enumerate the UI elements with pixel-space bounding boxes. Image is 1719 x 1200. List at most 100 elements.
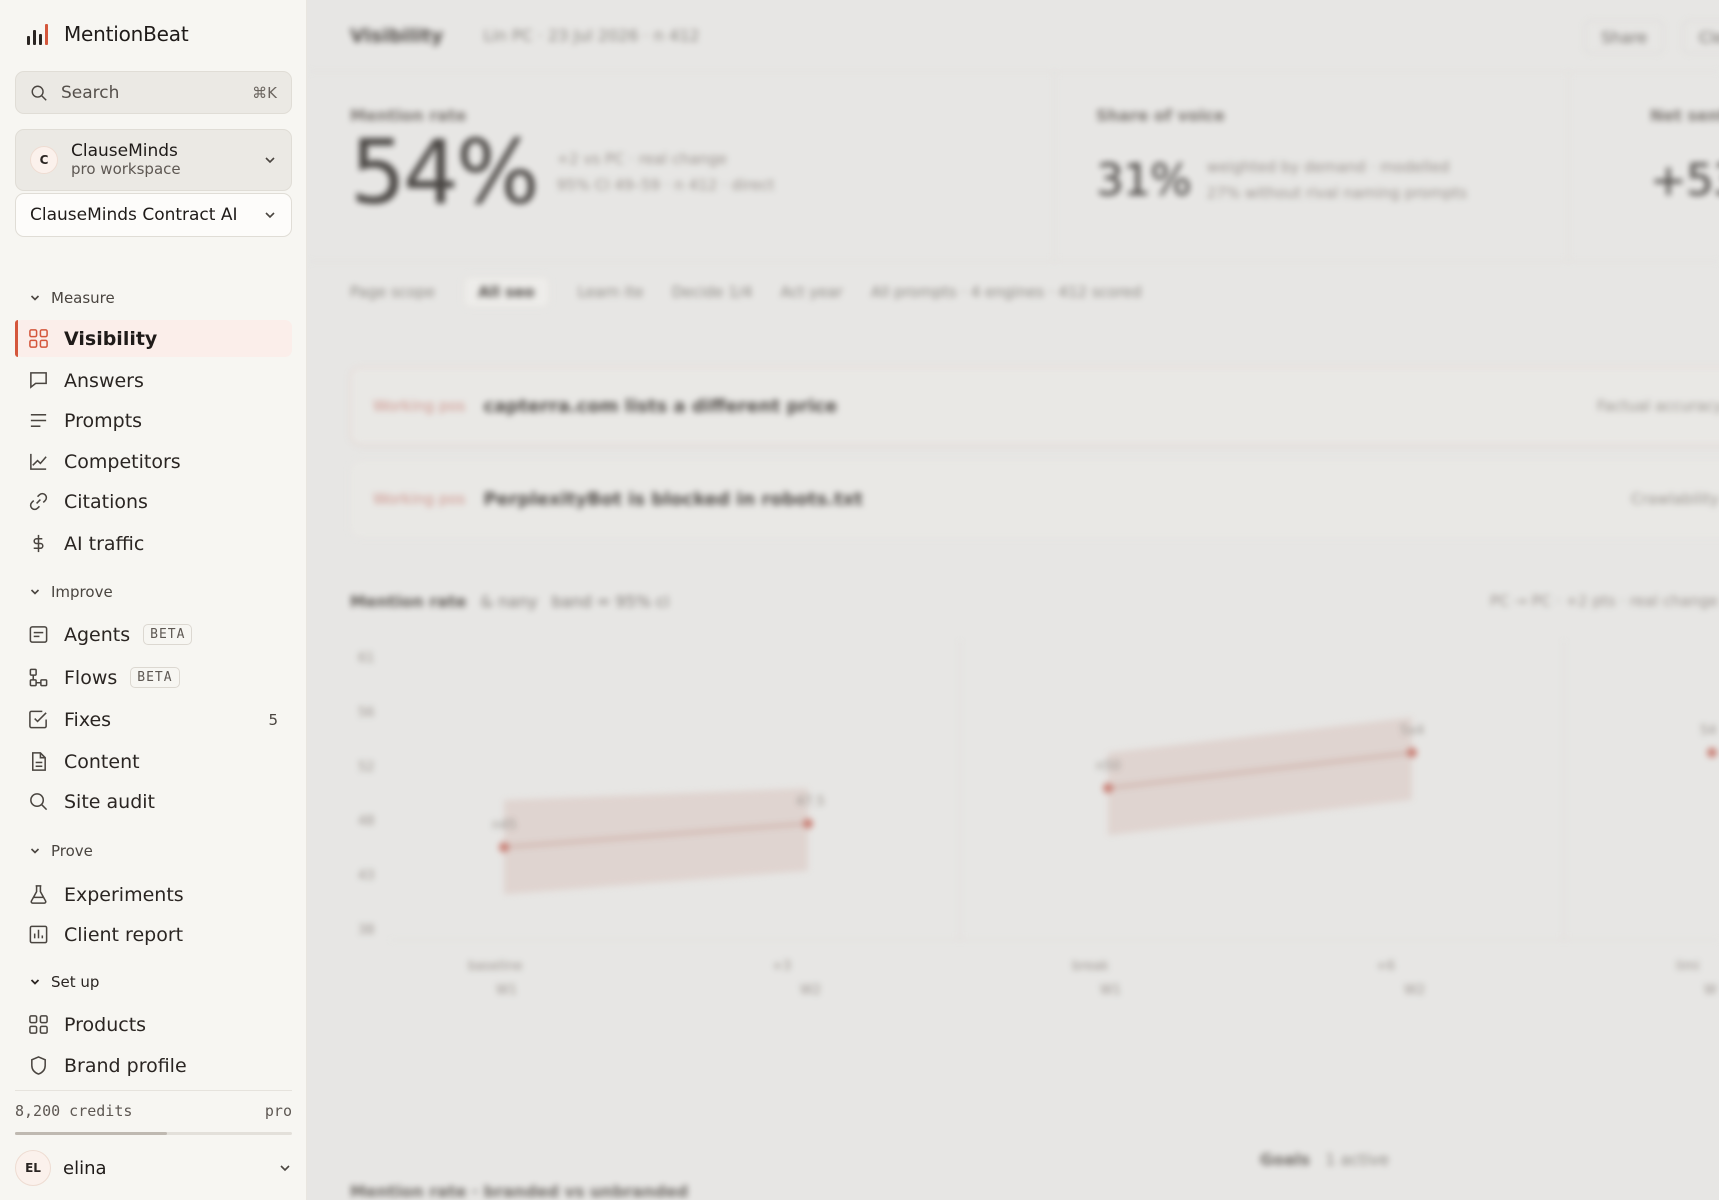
data-label: n50	[1096, 759, 1121, 774]
section-improve[interactable]: Improve	[29, 583, 113, 601]
dollar-icon	[33, 534, 44, 553]
beta-badge: BETA	[130, 667, 180, 688]
filter-label: Page scope	[350, 283, 436, 301]
goals: Goals 1 active	[1260, 1150, 1389, 1169]
sidebar-item-site-audit[interactable]: Site audit	[15, 783, 292, 820]
sidebar-item-flows[interactable]: Flows BETA	[15, 659, 292, 696]
section-measure[interactable]: Measure	[29, 289, 115, 307]
beta-badge: BETA	[143, 624, 193, 645]
sidebar-item-citations[interactable]: Citations	[15, 483, 292, 520]
tab-all[interactable]: All seo	[463, 276, 550, 308]
app-name: MentionBeat	[64, 22, 189, 46]
sidebar-item-answers[interactable]: Answers	[15, 362, 292, 399]
tab-learn[interactable]: Learn ite	[578, 283, 644, 301]
credits-progress-fill	[15, 1132, 168, 1135]
x-tick-label: +3	[772, 959, 791, 974]
data-point	[1707, 747, 1717, 758]
tab-act[interactable]: Act year	[780, 283, 842, 301]
sidebar-item-experiments[interactable]: Experiments	[15, 876, 292, 913]
clear-button[interactable]: Cle	[1682, 20, 1719, 54]
mention-rate-chart: 61 56 52 48 43 38 n45 baseline W1 47.5 +3 W2 n50 brea…	[358, 640, 1719, 998]
chart-range: band = 95% ci	[551, 592, 670, 611]
data-label: 5x4	[1400, 724, 1424, 739]
share-button[interactable]: Share	[1584, 20, 1665, 54]
y-tick-label: 56	[358, 705, 375, 720]
confidence-band	[1108, 717, 1412, 836]
chevron-down-icon	[265, 212, 275, 219]
tab-decide[interactable]: Decide 1/4	[672, 283, 753, 301]
search-icon	[31, 85, 47, 101]
section-label: Set up	[51, 973, 100, 991]
sidebar-item-ai-traffic[interactable]: AI traffic	[15, 525, 292, 562]
section-prove[interactable]: Prove	[29, 842, 93, 860]
credits-progress	[15, 1132, 292, 1135]
sidebar-item-label: Agents	[64, 623, 131, 646]
sidebar-item-label: Citations	[64, 490, 148, 513]
sidebar-item-competitors[interactable]: Competitors	[15, 443, 292, 480]
data-point	[1407, 747, 1417, 758]
product-select[interactable]: ClauseMinds Contract AI	[15, 193, 292, 237]
credits-amount: 8,200 credits	[15, 1102, 133, 1120]
sidebar-item-prompts[interactable]: Prompts	[15, 402, 292, 439]
workspace-avatar: C	[30, 146, 58, 174]
sidebar-item-label: Competitors	[64, 450, 181, 473]
workspace-name: ClauseMinds	[71, 140, 178, 161]
grid-icon	[29, 1015, 48, 1034]
section-label: Improve	[51, 583, 113, 601]
page-meta: Lin PC · 23 Jul 2026 · n 412	[483, 26, 700, 45]
alert-card[interactable]: Working pos capterra.com lists a differe…	[350, 367, 1719, 445]
chart-subtitle: & nany	[480, 592, 538, 611]
data-label: 47.5	[796, 795, 825, 810]
credits: 8,200 credits pro	[15, 1102, 292, 1120]
y-tick-label: 61	[358, 651, 375, 666]
sidebar-item-client-report[interactable]: Client report	[15, 916, 292, 953]
section-setup[interactable]: Set up	[29, 973, 99, 991]
sidebar-item-fixes[interactable]: Fixes 5	[15, 701, 292, 738]
x-tick-sublabel: W1	[496, 983, 517, 998]
goals-value: 1 active	[1325, 1150, 1390, 1169]
sidebar: MentionBeat Search ⌘K C ClauseMinds pro …	[0, 0, 307, 1200]
alert-title: PerplexityBot is blocked in robots.txt	[483, 488, 863, 510]
y-tick-label: 52	[358, 760, 375, 775]
alert-card[interactable]: Working pos PerplexityBot is blocked in …	[350, 460, 1719, 538]
credits-plan: pro	[264, 1102, 292, 1120]
data-point	[1103, 783, 1113, 794]
brand[interactable]: MentionBeat	[27, 22, 189, 46]
alert-tag: Working pos	[373, 397, 466, 415]
chevron-down-icon	[280, 1165, 290, 1172]
user-menu[interactable]: EL elina	[15, 1149, 292, 1187]
sidebar-item-agents[interactable]: Agents BETA	[15, 616, 292, 653]
chevron-down-icon	[30, 589, 40, 595]
kpi-value: +53	[1650, 155, 1719, 206]
x-tick-sublabel: W2	[1404, 983, 1425, 998]
product-select-value: ClauseMinds Contract AI	[30, 205, 238, 225]
alert-title: capterra.com lists a different price	[483, 395, 838, 417]
chat-icon	[30, 372, 47, 389]
sidebar-item-visibility[interactable]: Visibility	[15, 320, 292, 357]
sidebar-item-products[interactable]: Products	[15, 1006, 292, 1043]
kpi-net-sentiment: Net sent +53	[1650, 106, 1719, 206]
sidebar-item-brand-profile[interactable]: Brand profile	[15, 1047, 292, 1084]
search-placeholder: Search	[61, 82, 120, 103]
workspace-switcher[interactable]: C ClauseMinds pro workspace	[15, 129, 292, 191]
kpi-label: Net sent	[1650, 106, 1719, 125]
y-tick-label: 48	[358, 814, 375, 829]
chart-title: Mention rate	[350, 592, 467, 611]
kpi-value: 31%	[1096, 155, 1192, 206]
kpi-sub: 95% CI 49–59 · n 412 · direct	[556, 175, 775, 194]
search-input[interactable]: Search ⌘K	[15, 71, 292, 114]
flow-icon	[29, 668, 48, 687]
sidebar-item-label: Answers	[64, 369, 144, 392]
kpi-sub: +2 vs PC · real change	[556, 150, 728, 168]
y-tick-label: 43	[358, 869, 375, 884]
sidebar-item-label: Flows	[64, 666, 118, 689]
sidebar-item-content[interactable]: Content	[15, 743, 292, 780]
fixes-count: 5	[268, 710, 278, 729]
chevron-down-icon	[265, 157, 275, 164]
data-label: n45	[492, 818, 517, 833]
agent-icon	[29, 626, 48, 643]
search-shortcut: ⌘K	[252, 83, 277, 102]
workspace-plan: pro workspace	[71, 160, 181, 179]
document-icon	[32, 752, 46, 771]
data-label: 54	[1700, 724, 1717, 739]
